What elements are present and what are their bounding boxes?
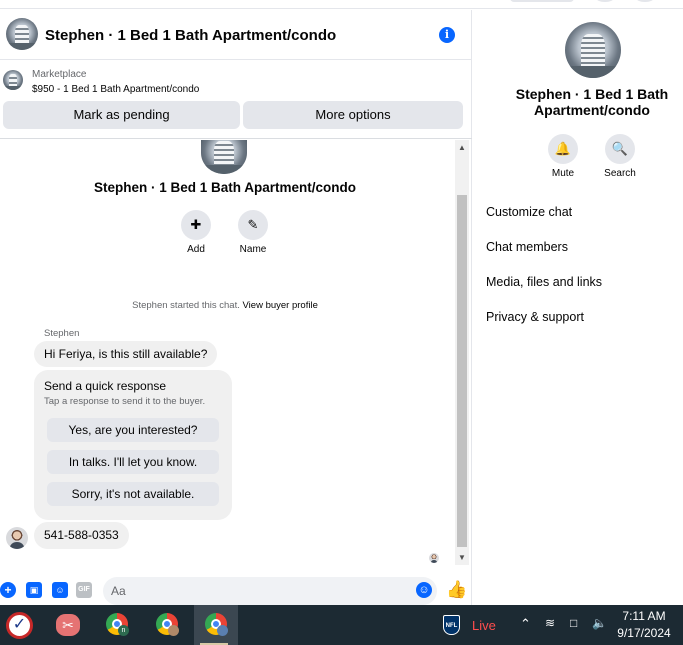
marketplace-label: Marketplace <box>32 69 87 80</box>
checkmark-app-icon: ✓ <box>6 612 33 639</box>
pencil-icon: ✎ <box>247 217 259 232</box>
snipping-tool-icon: ✂ <box>56 614 80 636</box>
media-files-links-item[interactable]: Media, files and links <box>486 275 602 289</box>
plus-icon[interactable]: + <box>0 582 16 598</box>
wifi-icon[interactable]: ≋ <box>545 616 555 630</box>
search-button[interactable]: 🔍 <box>605 134 635 164</box>
conversation-avatar <box>201 140 247 174</box>
taskbar: ✓ ✂ n NFL Live ⌃ ≋ □ 🔈 7:11 AM 9/17/2024 <box>0 605 683 645</box>
scroll-up-icon[interactable]: ▲ <box>455 142 469 154</box>
gif-icon[interactable]: GIF <box>76 582 92 598</box>
quick-reply-button[interactable]: Yes, are you interested? <box>47 418 219 442</box>
privacy-support-item[interactable]: Privacy & support <box>486 310 584 324</box>
top-circle[interactable] <box>636 0 654 2</box>
scroll-down-icon[interactable]: ▼ <box>455 552 469 564</box>
profile-badge-icon <box>168 625 179 636</box>
sticker-icon[interactable]: ☺ <box>52 582 68 598</box>
add-person-icon: ✚ <box>190 217 202 232</box>
started-text: Stephen started this chat. <box>132 300 240 311</box>
search-icon: 🔍 <box>611 141 629 156</box>
more-options-button[interactable]: More options <box>243 101 463 129</box>
sender-name: Stephen <box>44 328 80 339</box>
listing-thumbnail[interactable] <box>3 70 23 90</box>
message-bubble[interactable]: Hi Feriya, is this still available? <box>34 341 218 367</box>
taskbar-app-checkmark[interactable]: ✓ <box>0 605 40 645</box>
taskbar-app-chrome-3[interactable] <box>194 605 238 645</box>
clock-time[interactable]: 7:11 AM <box>614 609 674 623</box>
bell-icon: 🔔 <box>554 141 572 156</box>
conversation-title: Stephen · 1 Bed 1 Bath Apartment/condo <box>93 180 357 195</box>
search-label: Search <box>604 168 636 179</box>
photo-icon[interactable]: ▣ <box>26 582 42 598</box>
chevron-up-icon[interactable]: ⌃ <box>520 616 531 632</box>
top-circle[interactable] <box>596 0 614 2</box>
taskbar-app-chrome-1[interactable]: n <box>96 605 136 645</box>
info-icon[interactable]: i <box>439 27 455 43</box>
customize-chat-item[interactable]: Customize chat <box>486 205 572 219</box>
quick-reply-button[interactable]: Sorry, it's not available. <box>47 482 219 506</box>
add-button[interactable]: ✚ <box>181 210 211 240</box>
view-buyer-profile-link[interactable]: View buyer profile <box>243 300 318 311</box>
top-strip <box>0 0 683 9</box>
message-list[interactable]: Stephen · 1 Bed 1 Bath Apartment/condo ✚… <box>0 140 472 565</box>
quick-reply-button[interactable]: In talks. I'll let you know. <box>47 450 219 474</box>
profile-badge-icon: n <box>118 625 129 636</box>
chat-header: Stephen · 1 Bed 1 Bath Apartment/condo i <box>0 10 472 60</box>
details-avatar[interactable] <box>565 22 621 78</box>
chat-panel: Stephen · 1 Bed 1 Bath Apartment/condo i… <box>0 10 472 605</box>
messenger-app: Stephen · 1 Bed 1 Bath Apartment/condo i… <box>0 0 683 605</box>
live-widget[interactable]: Live <box>472 618 496 633</box>
top-pill[interactable] <box>510 0 574 2</box>
add-label: Add <box>187 244 205 255</box>
thumbs-up-icon[interactable]: 👍 <box>446 581 467 598</box>
seen-avatar <box>429 553 439 563</box>
chat-members-item[interactable]: Chat members <box>486 240 568 254</box>
message-input[interactable] <box>103 577 437 605</box>
emoji-icon[interactable]: ☺ <box>416 582 432 598</box>
sender-avatar[interactable] <box>6 527 28 549</box>
taskbar-app-scissors[interactable]: ✂ <box>48 605 88 645</box>
scroll-thumb[interactable] <box>457 195 467 547</box>
message-bubble[interactable]: 541-588-0353 <box>34 522 129 549</box>
clock-date[interactable]: 9/17/2024 <box>614 626 674 640</box>
mute-button[interactable]: 🔔 <box>548 134 578 164</box>
marketplace-bar: Marketplace $950 - 1 Bed 1 Bath Apartmen… <box>0 61 472 139</box>
chat-avatar[interactable] <box>6 18 38 50</box>
message-scrollbar[interactable]: ▲ ▼ <box>455 140 469 565</box>
taskbar-app-chrome-2[interactable] <box>146 605 186 645</box>
nfl-icon[interactable]: NFL <box>443 615 460 635</box>
profile-badge-icon <box>217 625 228 636</box>
mute-label: Mute <box>551 168 575 179</box>
chat-title[interactable]: Stephen · 1 Bed 1 Bath Apartment/condo <box>45 27 336 44</box>
listing-summary[interactable]: $950 - 1 Bed 1 Bath Apartment/condo <box>32 84 199 95</box>
name-button[interactable]: ✎ <box>238 210 268 240</box>
quick-response-title: Send a quick response <box>44 379 167 393</box>
chat-started-notice: Stephen started this chat. View buyer pr… <box>0 300 450 311</box>
volume-icon[interactable]: 🔈 <box>592 616 607 630</box>
details-title: Stephen · 1 Bed 1 Bath Apartment/condo <box>515 86 669 118</box>
device-icon[interactable]: □ <box>570 616 577 630</box>
quick-response-card: Send a quick response Tap a response to … <box>34 370 232 520</box>
chat-details-panel: Stephen · 1 Bed 1 Bath Apartment/condo 🔔… <box>473 10 683 605</box>
mark-pending-button[interactable]: Mark as pending <box>3 101 240 129</box>
name-label: Name <box>239 244 267 255</box>
nfl-text: NFL <box>445 623 458 629</box>
quick-response-subtitle: Tap a response to send it to the buyer. <box>44 396 206 407</box>
